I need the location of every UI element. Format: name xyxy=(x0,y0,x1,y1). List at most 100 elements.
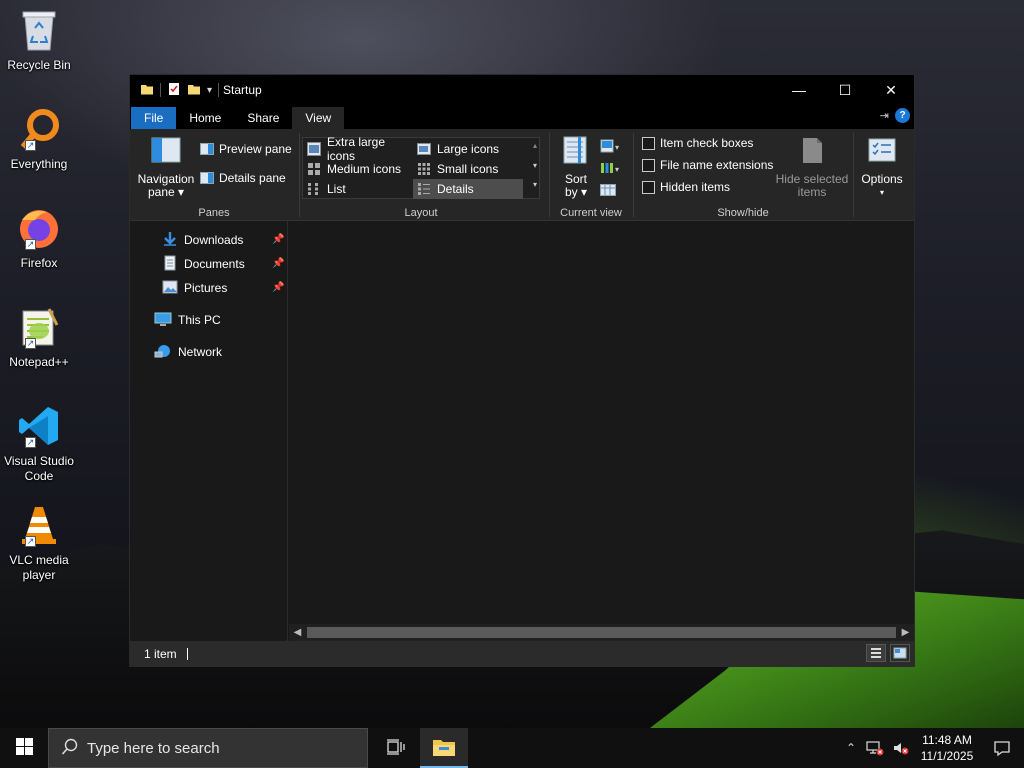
view-toggle-buttons xyxy=(866,644,910,662)
help-icon[interactable]: ? xyxy=(895,108,910,123)
pin-icon[interactable]: 📌 xyxy=(272,282,284,293)
desktop-icon-label: Recycle Bin xyxy=(7,58,71,72)
desktop-icon-everything[interactable]: ↗ Everything xyxy=(2,105,76,172)
pin-ribbon-icon[interactable]: ⇥ xyxy=(880,109,889,122)
start-button[interactable] xyxy=(0,728,48,768)
ribbon-help-area: ⇥ ? xyxy=(880,108,910,123)
vscode-icon: ↗ xyxy=(15,402,63,450)
pin-icon[interactable]: 📌 xyxy=(272,258,284,269)
layout-gallery: Extra large icons Large icons Medium ico… xyxy=(302,135,540,199)
maximize-button[interactable]: ☐ xyxy=(822,75,868,105)
nav-item-this-pc[interactable]: This PC xyxy=(154,309,221,331)
tab-home[interactable]: Home xyxy=(176,107,234,129)
options-button[interactable]: Options ▾ xyxy=(856,135,908,199)
downloads-icon xyxy=(162,231,178,250)
hidden-items-checkbox[interactable] xyxy=(642,180,655,194)
item-check-boxes-option[interactable]: Item check boxes xyxy=(642,133,753,153)
chevron-down-icon: ▾ xyxy=(879,188,884,197)
shortcut-arrow-icon: ↗ xyxy=(25,536,36,547)
desktop-icon-vscode[interactable]: ↗ Visual Studio Code xyxy=(2,402,76,484)
hide-selected-items-button[interactable]: Hide selected items xyxy=(774,135,850,199)
windows-logo-icon xyxy=(15,738,33,758)
desktop-icon-vlc[interactable]: ↗ VLC media player xyxy=(2,501,76,583)
minimize-button[interactable]: — xyxy=(776,75,822,105)
ribbon-view: Navigation pane ▾ Preview pane Details p… xyxy=(130,129,914,221)
pin-icon[interactable]: 📌 xyxy=(272,234,284,245)
tab-file[interactable]: File xyxy=(131,107,177,129)
close-button[interactable]: ✕ xyxy=(868,75,914,105)
layout-scroll-up[interactable]: ▴ xyxy=(533,141,537,150)
file-explorer-icon xyxy=(432,737,456,760)
nav-item-documents[interactable]: Documents xyxy=(162,253,245,275)
chevron-up-icon[interactable]: ⌃ xyxy=(840,741,862,755)
add-columns-button[interactable]: ▾ xyxy=(600,161,619,178)
nav-item-network[interactable]: Network xyxy=(154,341,222,363)
properties-icon[interactable] xyxy=(167,82,181,99)
layout-list[interactable]: List xyxy=(303,179,413,199)
large-icons-view-button[interactable] xyxy=(890,644,910,662)
documents-icon xyxy=(162,255,178,274)
shortcut-arrow-icon: ↗ xyxy=(25,239,36,250)
nav-item-downloads[interactable]: Downloads xyxy=(162,229,243,251)
customize-qat-icon[interactable]: ▾ xyxy=(207,85,212,96)
this-pc-icon xyxy=(154,311,172,330)
quick-access-toolbar: ▾ xyxy=(140,82,220,99)
firefox-icon: ↗ xyxy=(15,204,63,252)
hidden-items-label: Hidden items xyxy=(660,180,731,194)
ribbon-tabs: File Home Share View ⇥ ? xyxy=(130,105,914,129)
scroll-left-icon[interactable]: ◀ xyxy=(289,624,306,641)
medium-icons-icon xyxy=(307,162,321,176)
title-bar[interactable]: ▾ Startup — ☐ ✕ xyxy=(130,75,914,105)
details-icon xyxy=(417,182,431,196)
list-icon xyxy=(307,182,321,196)
hidden-items-option[interactable]: Hidden items xyxy=(642,177,730,197)
desktop-icon-recycle-bin[interactable]: Recycle Bin xyxy=(2,6,76,73)
hide-selected-items-icon xyxy=(797,135,827,165)
horizontal-scrollbar[interactable]: ◀ ▶ xyxy=(289,624,914,641)
desktop-icon-label: Everything xyxy=(10,157,68,171)
layout-medium-icons[interactable]: Medium icons xyxy=(303,159,413,179)
layout-extra-large-icons[interactable]: Extra large icons xyxy=(303,135,413,163)
file-name-extensions-option[interactable]: File name extensions xyxy=(642,155,773,175)
task-view-button[interactable] xyxy=(372,728,420,768)
group-by-button[interactable]: ▾ xyxy=(600,139,619,156)
nav-item-pictures[interactable]: Pictures xyxy=(162,277,227,299)
group-show-hide: Item check boxes File name extensions Hi… xyxy=(634,129,852,221)
large-icons-label: Large icons xyxy=(437,142,500,156)
group-by-icon xyxy=(600,139,614,156)
scroll-right-icon[interactable]: ▶ xyxy=(897,624,914,641)
layout-expand[interactable]: ▾ xyxy=(533,180,537,189)
desktop-icon-firefox[interactable]: ↗ Firefox xyxy=(2,204,76,271)
new-folder-icon[interactable] xyxy=(187,82,201,99)
options-label: Options xyxy=(861,172,903,186)
layout-scroll-down[interactable]: ▾ xyxy=(533,161,537,170)
recycle-bin-icon xyxy=(15,6,63,54)
taskbar-search-box[interactable]: Type here to search xyxy=(48,728,368,768)
group-layout: Extra large icons Large icons Medium ico… xyxy=(130,129,550,221)
taskbar: Type here to search ⌃ 11:48 AM 11/1/2025 xyxy=(0,728,1024,768)
item-check-boxes-checkbox[interactable] xyxy=(642,136,655,150)
extra-large-icons-icon xyxy=(307,142,321,156)
file-name-extensions-checkbox[interactable] xyxy=(642,158,655,172)
details-view-button[interactable] xyxy=(866,644,886,662)
large-icons-icon xyxy=(417,142,431,156)
layout-large-icons[interactable]: Large icons xyxy=(413,139,525,159)
tab-view[interactable]: View xyxy=(292,107,345,129)
search-icon xyxy=(61,738,79,759)
layout-small-icons[interactable]: Small icons xyxy=(413,159,525,179)
volume-muted-icon[interactable] xyxy=(888,740,914,756)
scrollbar-thumb[interactable] xyxy=(307,627,896,638)
notification-icon[interactable] xyxy=(980,739,1024,757)
desktop-icon-notepadpp[interactable]: ↗ Notepad++ xyxy=(2,303,76,370)
file-list-area[interactable]: ◀ ▶ xyxy=(289,221,914,641)
hide-selected-label-2: items xyxy=(797,185,827,199)
system-tray: ⌃ 11:48 AM 11/1/2025 xyxy=(840,728,1024,768)
size-columns-button[interactable] xyxy=(600,183,616,200)
layout-details[interactable]: Details xyxy=(413,179,523,199)
tab-share[interactable]: Share xyxy=(234,107,292,129)
network-status-icon[interactable] xyxy=(862,740,888,756)
small-icons-icon xyxy=(417,162,431,176)
taskbar-clock[interactable]: 11:48 AM 11/1/2025 xyxy=(914,732,980,764)
taskbar-file-explorer[interactable] xyxy=(420,728,468,768)
sort-by-button[interactable]: Sort by ▾ xyxy=(558,135,594,199)
